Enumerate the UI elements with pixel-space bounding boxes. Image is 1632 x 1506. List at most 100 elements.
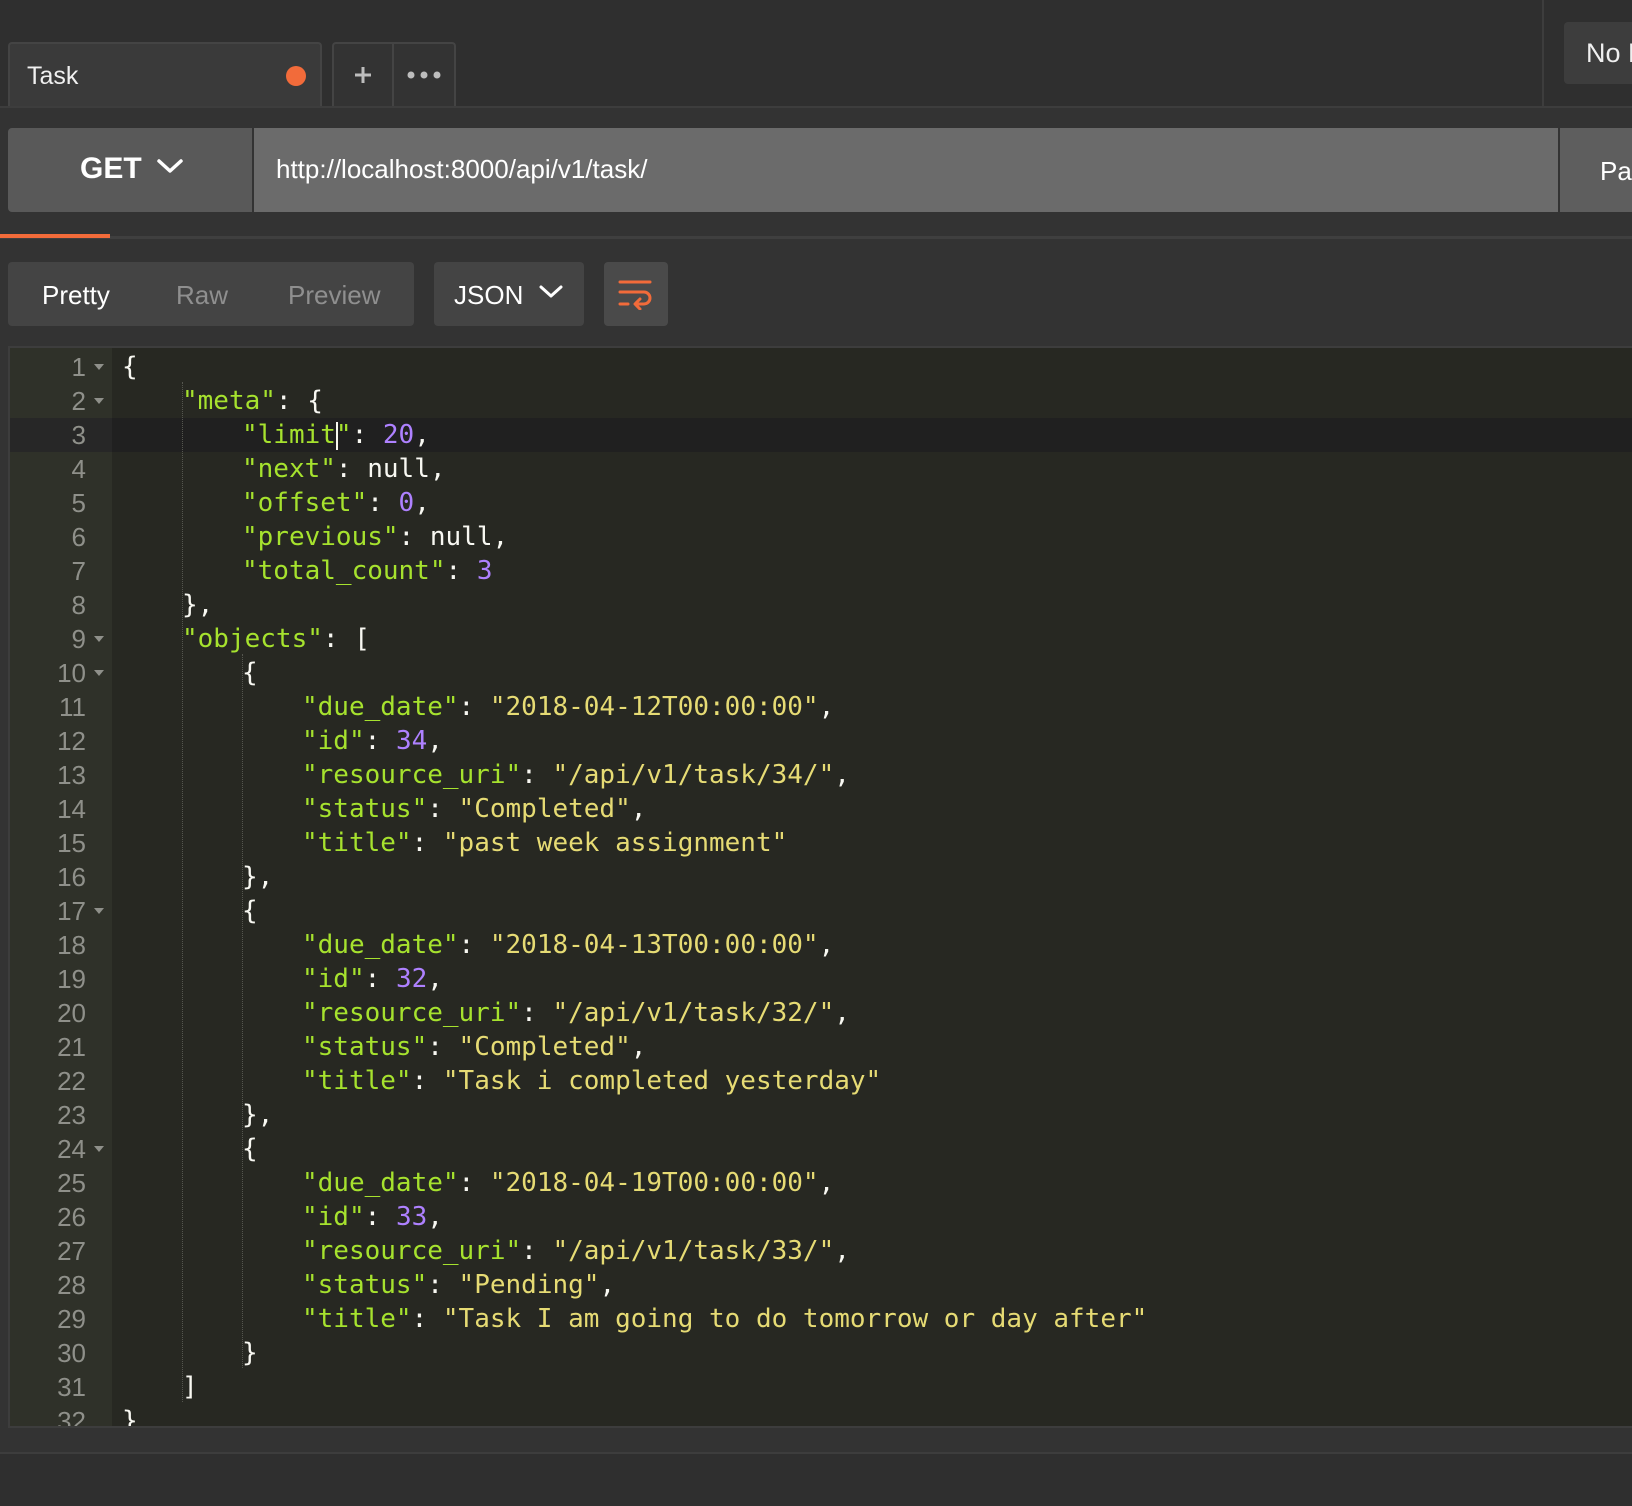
url-input[interactable]: http://localhost:8000/api/v1/task/ (254, 128, 1558, 212)
code-token: , (414, 420, 430, 450)
code-token: "status" (302, 1032, 428, 1062)
code-token: "meta" (182, 386, 276, 416)
code-line: 27 "resource_uri": "/api/v1/task/33/", (10, 1234, 1632, 1268)
code-token: "Task I am going to do tomorrow or day a… (442, 1304, 1148, 1334)
code-token: { (242, 658, 258, 688)
code-token: "objects" (182, 624, 323, 654)
code-line: 21 "status": "Completed", (10, 1030, 1632, 1064)
code-content: "meta": { (182, 384, 323, 418)
code-content: "status": "Pending", (302, 1268, 615, 1302)
code-content: { (242, 1132, 258, 1166)
code-token: , (834, 1236, 850, 1266)
code-token: , (630, 794, 647, 824)
text-cursor (335, 422, 338, 450)
code-token: "total_count" (242, 556, 446, 586)
code-content: "status": "Completed", (302, 1030, 646, 1064)
tab-raw[interactable]: Raw (176, 280, 228, 311)
params-button[interactable]: Params (1560, 128, 1632, 212)
code-token: 3 (476, 556, 493, 586)
code-token: "2018-04-19T00:00:00" (489, 1168, 819, 1198)
environment-selector[interactable]: No Environment (1564, 22, 1632, 84)
fold-arrow-icon[interactable] (94, 636, 104, 642)
code-token: : (458, 692, 490, 722)
code-content: } (122, 1404, 138, 1426)
code-token: "status" (302, 794, 428, 824)
code-token: }, (242, 1100, 274, 1130)
code-line: 23}, (10, 1098, 1632, 1132)
line-number: 6 (71, 522, 86, 552)
code-token: : (521, 760, 553, 790)
code-token: : (427, 1270, 459, 1300)
code-token: : null, (335, 454, 446, 484)
plus-icon (355, 67, 371, 83)
line-number: 25 (57, 1168, 86, 1198)
code-token: "Completed" (458, 1032, 631, 1062)
wrap-lines-button[interactable] (604, 262, 668, 326)
code-token: : (411, 1304, 443, 1334)
fold-arrow-icon[interactable] (94, 1146, 104, 1152)
code-content: }, (242, 1098, 273, 1132)
code-token: , (427, 964, 443, 994)
code-token: "2018-04-13T00:00:00" (489, 930, 819, 960)
code-token: : (458, 930, 490, 960)
tab-pretty[interactable]: Pretty (42, 280, 110, 311)
code-token: 32 (395, 964, 428, 994)
code-token: , (834, 998, 850, 1028)
code-line: 30} (10, 1336, 1632, 1370)
line-number: 8 (71, 590, 86, 620)
code-content: "title": "Task I am going to do tomorrow… (302, 1302, 1147, 1336)
code-token: : (411, 828, 443, 858)
code-content: "resource_uri": "/api/v1/task/33/", (302, 1234, 850, 1268)
fold-arrow-icon[interactable] (94, 908, 104, 914)
line-number: 9 (71, 624, 86, 654)
tab-preview[interactable]: Preview (288, 280, 380, 311)
url-text: http://localhost:8000/api/v1/task/ (276, 154, 648, 184)
code-content: "id": 32, (302, 962, 443, 996)
code-content: "title": "past week assignment" (302, 826, 787, 860)
chevron-down-icon (539, 285, 563, 298)
code-line: 25 "due_date": "2018-04-19T00:00:00", (10, 1166, 1632, 1200)
code-token: , (834, 760, 850, 790)
line-number: 7 (71, 556, 86, 586)
code-token: "title" (302, 828, 412, 858)
line-number: 31 (57, 1372, 86, 1402)
fold-arrow-icon[interactable] (94, 398, 104, 404)
status-bar (0, 1452, 1632, 1506)
line-number: 18 (57, 930, 86, 960)
format-selector[interactable]: JSON (434, 262, 584, 326)
line-number: 16 (57, 862, 86, 892)
code-line: 18 "due_date": "2018-04-13T00:00:00", (10, 928, 1632, 962)
request-tab[interactable]: Task (8, 42, 322, 106)
code-token: : (411, 1066, 443, 1096)
chevron-down-icon (157, 159, 183, 173)
code-token: ] (182, 1372, 198, 1402)
code-content: { (122, 350, 138, 384)
code-token: "resource_uri" (302, 998, 522, 1028)
method-selector[interactable]: GET (8, 128, 252, 212)
code-token: "due_date" (302, 930, 459, 960)
code-token: : (521, 998, 553, 1028)
code-line: 29 "title": "Task I am going to do tomorr… (10, 1302, 1632, 1336)
wrap-lines-icon (618, 280, 652, 310)
code-line: 6 "previous": null, (10, 520, 1632, 554)
code-token: "resource_uri" (302, 1236, 522, 1266)
response-body-editor[interactable]: 1{2 "meta": {3 "limit": 20, 4 "next": null, 5… (8, 346, 1632, 1428)
tab-title: Task (27, 62, 79, 90)
code-content: "offset": 0, (242, 486, 430, 520)
code-line: 26 "id": 33, (10, 1200, 1632, 1234)
code-token: "id" (302, 726, 365, 756)
tab-options-button[interactable] (394, 42, 456, 106)
line-number: 26 (57, 1202, 86, 1232)
fold-arrow-icon[interactable] (94, 364, 104, 370)
code-token: "past week assignment" (442, 828, 788, 858)
code-line: 16}, (10, 860, 1632, 894)
code-token: "/api/v1/task/34/" (552, 760, 835, 790)
code-token: , (427, 726, 443, 756)
line-number: 19 (57, 964, 86, 994)
code-content: "id": 33, (302, 1200, 443, 1234)
new-tab-button[interactable] (332, 42, 394, 106)
fold-arrow-icon[interactable] (94, 670, 104, 676)
code-content: } (242, 1336, 258, 1370)
line-number: 23 (57, 1100, 86, 1130)
code-line: 15 "title": "past week assignment" (10, 826, 1632, 860)
